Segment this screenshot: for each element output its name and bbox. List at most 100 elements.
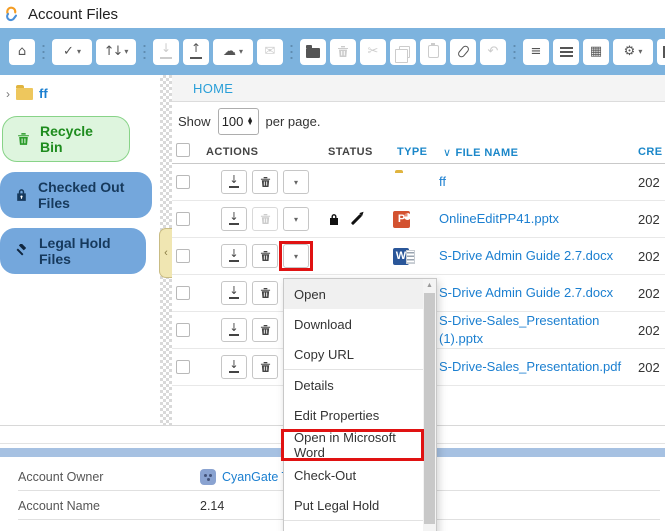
- page-size-input[interactable]: 100 ▲▼: [218, 108, 259, 135]
- row-download-button[interactable]: ↓: [221, 244, 247, 268]
- s-drive-account-files-window: Account Files ⌂ ✓▾ ↑↓▾ ↓ ↑ ☁▾ ✉ ✂ ↶ ≡ ▦ …: [0, 0, 665, 531]
- column-header-file-name[interactable]: ∨FILE NAME: [439, 146, 635, 159]
- paperclip-icon: [456, 44, 470, 58]
- row-download-button[interactable]: ↓: [221, 207, 247, 231]
- column-header-created[interactable]: CRE: [635, 146, 665, 158]
- sidebar-resize-divider[interactable]: ‹: [160, 75, 172, 425]
- list-view-button[interactable]: ≡: [523, 39, 549, 65]
- folder-label: ff: [39, 86, 48, 101]
- settings-button[interactable]: ⚙▾: [613, 39, 653, 65]
- menu-item-details[interactable]: Details: [284, 370, 423, 400]
- trash-icon: [260, 250, 271, 262]
- file-name-link[interactable]: S-Drive Admin Guide 2.7.docx: [439, 248, 613, 263]
- lock-icon: [15, 188, 28, 202]
- menu-scrollbar[interactable]: ▲: [423, 279, 436, 531]
- row-delete-button[interactable]: [252, 207, 278, 231]
- chevron-right-icon: ›: [6, 87, 10, 101]
- file-name-link[interactable]: S-Drive-Sales_Presentation (1).pptx: [439, 313, 599, 346]
- sidebar-folder-ff[interactable]: › ff: [0, 83, 160, 104]
- column-header-actions[interactable]: ACTIONS: [206, 146, 317, 158]
- toolbar-separator: [42, 41, 45, 63]
- sidebar: › ff Recycle Bin Checked Out Files Legal…: [0, 75, 160, 425]
- chevron-down-icon: ▾: [124, 48, 128, 56]
- menu-item-download[interactable]: Download: [284, 309, 423, 339]
- sidebar-item-checked-out-files[interactable]: Checked Out Files: [0, 172, 152, 218]
- paste-icon: [428, 45, 439, 58]
- chevron-down-icon: ▾: [294, 215, 298, 224]
- toolbar-separator: [513, 41, 516, 63]
- table-row: ↓ ▾ P OnlineEditPP41.pptx 202: [172, 201, 665, 238]
- scroll-up-icon[interactable]: ▲: [423, 279, 436, 292]
- undo-button[interactable]: ↶: [480, 39, 506, 65]
- delete-button[interactable]: [330, 39, 356, 65]
- account-owner-link[interactable]: CyanGate T: [222, 470, 289, 484]
- sidebar-collapse-handle[interactable]: ‹: [159, 228, 172, 278]
- download-icon: ↓: [228, 213, 240, 225]
- panel-view-button[interactable]: [657, 39, 665, 65]
- row-menu-button[interactable]: ▾: [283, 170, 309, 194]
- menu-item-check-out[interactable]: Check-Out: [284, 460, 423, 490]
- spinner-down-icon[interactable]: ▼: [247, 122, 254, 126]
- sidebar-item-legal-hold-files[interactable]: Legal Hold Files: [0, 228, 146, 274]
- created-date: 202: [635, 360, 665, 375]
- sidebar-item-label: Recycle Bin: [40, 123, 115, 155]
- download-icon: ↓: [228, 324, 240, 336]
- spinner-buttons[interactable]: ▲▼: [247, 118, 258, 126]
- row-download-button[interactable]: ↓: [221, 170, 247, 194]
- menu-item-open[interactable]: Open: [284, 279, 423, 309]
- row-checkbox[interactable]: [176, 323, 190, 337]
- menu-item-edit-properties[interactable]: Edit Properties: [284, 400, 423, 430]
- paste-button[interactable]: [420, 39, 446, 65]
- file-name-link[interactable]: ff: [439, 174, 446, 189]
- email-button[interactable]: ✉: [257, 39, 283, 65]
- download-button[interactable]: ↓: [153, 39, 179, 65]
- toolbar: ⌂ ✓▾ ↑↓▾ ↓ ↑ ☁▾ ✉ ✂ ↶ ≡ ▦ ⚙▾: [0, 28, 665, 75]
- file-name-link[interactable]: S-Drive Admin Guide 2.7.docx: [439, 285, 613, 300]
- upload-button[interactable]: ↑: [183, 39, 209, 65]
- sidebar-item-recycle-bin[interactable]: Recycle Bin: [2, 116, 130, 162]
- powerpoint-type-icon: P: [393, 211, 410, 228]
- lock-status-icon: [328, 213, 340, 226]
- cloud-upload-button[interactable]: ☁▾: [213, 39, 253, 65]
- new-folder-button[interactable]: [300, 39, 326, 65]
- row-delete-button[interactable]: [252, 281, 278, 305]
- row-download-button[interactable]: ↓: [221, 318, 247, 342]
- table-header: ACTIONS STATUS TYPE ∨FILE NAME CRE: [172, 141, 665, 164]
- row-download-button[interactable]: ↓: [221, 281, 247, 305]
- annotation-box-row-menu-button: [279, 241, 313, 271]
- row-delete-button[interactable]: [252, 170, 278, 194]
- column-header-status[interactable]: STATUS: [317, 146, 393, 158]
- upload-icon: ↑: [189, 45, 203, 59]
- grid-view-button[interactable]: ▦: [583, 39, 609, 65]
- column-header-type[interactable]: TYPE: [393, 146, 439, 158]
- row-checkbox[interactable]: [176, 286, 190, 300]
- copy-button[interactable]: [390, 39, 416, 65]
- scrollbar-thumb[interactable]: [424, 293, 435, 524]
- row-checkbox[interactable]: [176, 212, 190, 226]
- row-checkbox[interactable]: [176, 360, 190, 374]
- edit-status-icon: [351, 213, 362, 224]
- row-download-button[interactable]: ↓: [221, 355, 247, 379]
- trash-icon: [260, 287, 271, 299]
- sort-button[interactable]: ↑↓▾: [96, 39, 136, 65]
- row-checkbox[interactable]: [176, 249, 190, 263]
- row-delete-button[interactable]: [252, 318, 278, 342]
- row-delete-button[interactable]: [252, 355, 278, 379]
- menu-item-put-legal-hold[interactable]: Put Legal Hold: [284, 490, 423, 520]
- row-checkbox[interactable]: [176, 175, 190, 189]
- file-name-link[interactable]: OnlineEditPP41.pptx: [439, 211, 559, 226]
- cut-button[interactable]: ✂: [360, 39, 386, 65]
- menu-item-copy-url[interactable]: Copy URL: [284, 339, 423, 369]
- select-all-checkbox[interactable]: [176, 143, 190, 157]
- download-icon: ↓: [228, 250, 240, 262]
- home-button[interactable]: ⌂: [9, 39, 35, 65]
- row-menu-button[interactable]: ▾: [283, 207, 309, 231]
- annotation-box-open-in-word: [281, 429, 424, 461]
- row-delete-button[interactable]: [252, 244, 278, 268]
- file-name-link[interactable]: S-Drive-Sales_Presentation.pdf: [439, 359, 621, 374]
- attach-button[interactable]: [450, 39, 476, 65]
- field-label: Account Owner: [18, 470, 200, 484]
- select-all-button[interactable]: ✓▾: [52, 39, 92, 65]
- breadcrumb-home-link[interactable]: HOME: [193, 81, 233, 96]
- detail-view-button[interactable]: [553, 39, 579, 65]
